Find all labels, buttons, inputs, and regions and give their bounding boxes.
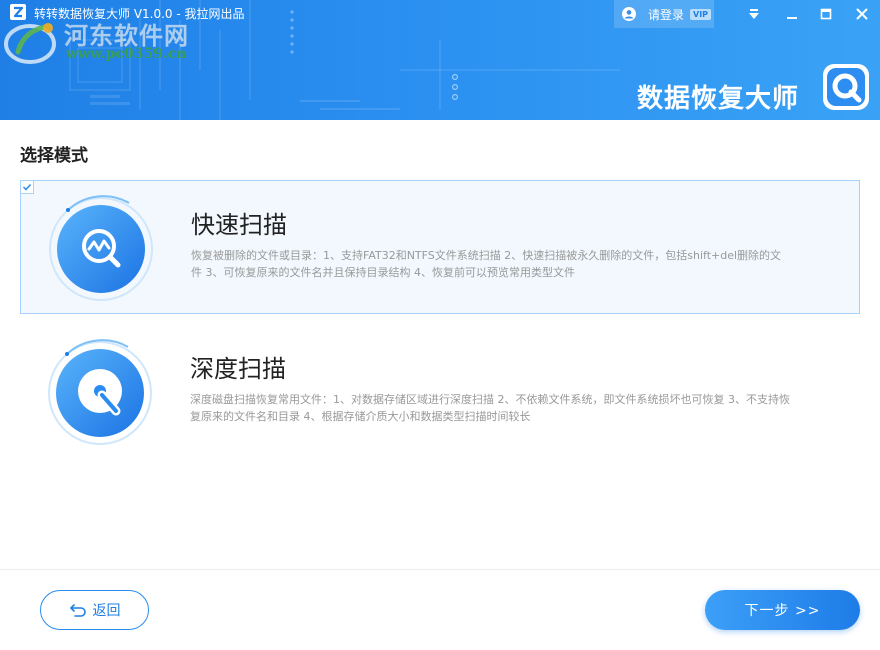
minimize-button[interactable] <box>781 3 803 25</box>
back-button[interactable]: 返回 <box>40 590 149 630</box>
login-button[interactable]: 请登录 VIP <box>614 0 714 28</box>
back-label: 返回 <box>92 603 121 619</box>
dropdown-arrow-icon <box>749 9 759 19</box>
next-step-button[interactable]: 下一步 >> <box>705 590 860 630</box>
section-title: 选择模式 <box>20 146 88 166</box>
mode-card-deep-scan[interactable]: 深度扫描 深度磁盘扫描恢复常用文件：1、对数据存储区域进行深度扫描 2、不依赖文… <box>20 325 860 459</box>
close-icon <box>856 8 868 20</box>
mode-card-quick-scan[interactable]: 快速扫描 恢复被删除的文件或目录：1、支持FAT32和NTFS文件系统扫描 2、… <box>20 180 860 314</box>
footer-divider <box>0 569 880 570</box>
return-arrow-icon <box>69 604 86 617</box>
menu-dropdown-button[interactable] <box>743 3 765 25</box>
mode-title: 快速扫描 <box>191 211 287 239</box>
login-label: 请登录 <box>648 7 685 22</box>
mode-description: 恢复被删除的文件或目录：1、支持FAT32和NTFS文件系统扫描 2、快速扫描被… <box>191 249 782 279</box>
watermark-logo-icon <box>4 23 56 64</box>
checkmark-icon <box>22 183 32 191</box>
mode-description: 深度磁盘扫描恢复常用文件：1、对数据存储区域进行深度扫描 2、不依赖文件系统，即… <box>190 393 790 423</box>
brand-logo-icon <box>823 64 869 110</box>
watermark-site-url: www.pc0359.cn <box>66 46 187 62</box>
minimize-icon <box>787 17 797 19</box>
next-step-label: 下一步 >> <box>744 603 821 619</box>
mode-title: 深度扫描 <box>190 355 286 383</box>
user-icon <box>622 7 636 21</box>
brand-name: 数据恢复大师 <box>637 84 800 114</box>
close-button[interactable] <box>851 3 873 25</box>
vip-badge: VIP <box>690 8 712 20</box>
mode-checkbox[interactable] <box>20 180 34 194</box>
quick-scan-icon <box>49 195 153 301</box>
maximize-button[interactable] <box>815 3 837 25</box>
title-bar-header: 转转数据恢复大师 V1.0.0 - 我拉网出品 河东软件网 www.pc0359… <box>0 0 880 120</box>
deep-scan-icon <box>48 339 152 445</box>
maximize-icon <box>820 8 832 20</box>
